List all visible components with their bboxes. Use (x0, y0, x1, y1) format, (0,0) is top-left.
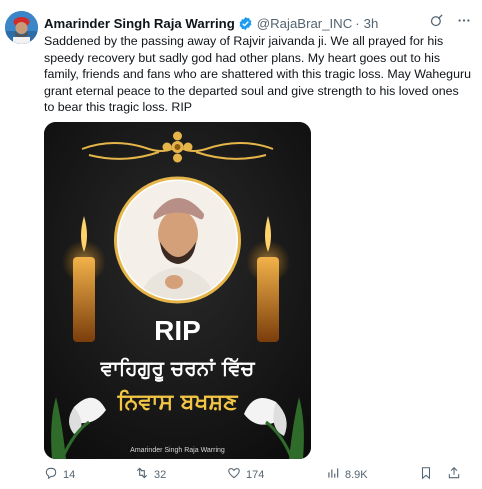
like-count: 174 (246, 468, 265, 481)
separator-dot: · (355, 15, 360, 31)
repost-icon (135, 466, 149, 483)
reply-icon (44, 466, 58, 483)
bookmark-button[interactable] (419, 466, 433, 483)
author-handle[interactable]: @RajaBrar_INC (257, 16, 352, 31)
tweet-text: Saddened by the passing away of Rajvir j… (44, 34, 471, 115)
bookmark-icon (419, 466, 433, 483)
more-icon[interactable] (456, 13, 472, 31)
tweet-media-image[interactable]: RIP ਵਾਹਿਗੁਰੂ ਚਰਨਾਂ ਵਿੱਚ ਨਿਵਾਸ ਬਖਸ਼ਣ Amar… (44, 122, 311, 459)
views-count: 8.9K (345, 468, 368, 481)
verified-badge-icon (238, 16, 253, 31)
action-bar: 14 32 174 8.9K (44, 466, 472, 484)
like-button[interactable]: 174 (227, 466, 264, 483)
reply-count: 14 (63, 468, 76, 481)
avatar[interactable] (5, 11, 38, 44)
poster-credit: Amarinder Singh Raja Warring (130, 447, 225, 454)
repost-count: 32 (154, 468, 167, 481)
header-actions (429, 13, 472, 31)
author-name[interactable]: Amarinder Singh Raja Warring (44, 16, 235, 31)
repost-button[interactable]: 32 (135, 466, 166, 483)
share-icon (447, 466, 461, 483)
views-button[interactable]: 8.9K (326, 466, 368, 483)
like-icon (227, 466, 241, 483)
punjabi-line-1: ਵਾਹਿਗੁਰੂ ਚਰਨਾਂ ਵਿੱਚ (100, 356, 256, 383)
rip-text: RIP (154, 315, 201, 346)
views-icon (326, 466, 340, 483)
punjabi-line-2: ਨਿਵਾਸ ਬਖਸ਼ਣ (117, 389, 240, 415)
timestamp[interactable]: 3h (364, 16, 379, 31)
tweet-header: Amarinder Singh Raja Warring @RajaBrar_I… (44, 13, 472, 33)
rip-poster: RIP ਵਾਹਿਗੁਰੂ ਚਰਨਾਂ ਵਿੱਚ ਨਿਵਾਸ ਬਖਸ਼ਣ Amar… (44, 122, 311, 459)
share-button[interactable] (447, 466, 461, 483)
grok-icon[interactable] (429, 13, 444, 31)
reply-button[interactable]: 14 (44, 466, 75, 483)
tweet: Amarinder Singh Raja Warring @RajaBrar_I… (0, 0, 482, 489)
